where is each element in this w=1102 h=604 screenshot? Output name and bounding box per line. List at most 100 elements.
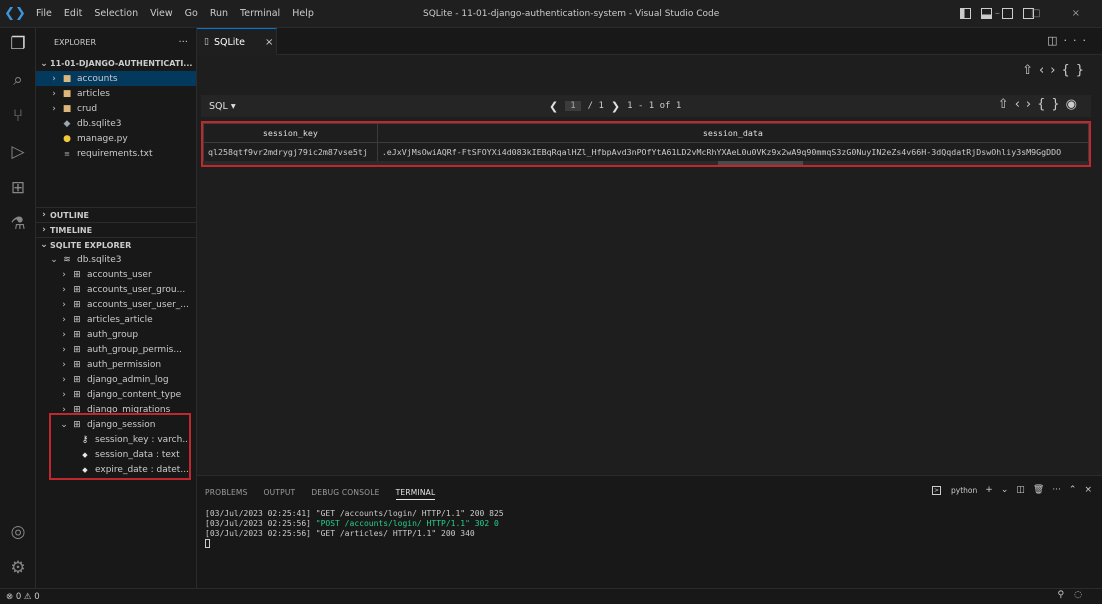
explorer-header: EXPLORER ··· [36,28,196,56]
column-header[interactable]: session_key [203,123,378,143]
feedback-icon[interactable]: ⚲ [1058,590,1075,600]
table-icon: ⊞ [73,284,81,295]
menu-go[interactable]: Go [179,0,204,28]
table-item[interactable]: › ⊞ auth_group_permis... [36,342,196,357]
more-actions-icon[interactable]: ··· [1064,34,1093,47]
tab-debug-console[interactable]: DEBUG CONSOLE [311,488,379,500]
tree-item-accounts[interactable]: › ■ accounts [36,71,196,86]
table-item[interactable]: › ⊞ articles_article [36,312,196,327]
menu-file[interactable]: File [30,0,58,28]
search-icon[interactable]: ⌕ [6,68,30,92]
menu-selection[interactable]: Selection [88,0,144,28]
export-html-icon[interactable]: {} [1037,97,1066,112]
tree-item-db-sqlite3[interactable]: ◆ db.sqlite3 [36,116,196,131]
table-cell[interactable]: .eJxVjMsOwiAQRf-FtSFOYXi4d083kIEBqRqalHZ… [376,142,1089,162]
tab-sqlite[interactable]: ▯ SQLite × [197,28,277,55]
bell-icon[interactable]: ◌ [1074,590,1092,600]
account-icon[interactable]: ◎ [6,520,30,544]
horizontal-scrollbar[interactable] [203,161,1089,165]
menu-view[interactable]: View [144,0,179,28]
folder-icon: ■ [62,73,72,84]
table-item[interactable]: › ⊞ auth_permission [36,357,196,372]
terminal-cursor [205,539,210,548]
export-icon[interactable]: ⇧ [998,97,1015,112]
column-item[interactable]: ◆ session_data : text [36,447,196,462]
tree-item-requirements[interactable]: ≡ requirements.txt [36,146,196,161]
page-input[interactable]: 1 [565,101,581,111]
table-item[interactable]: › ⊞ auth_group [36,327,196,342]
menu-run[interactable]: Run [204,0,234,28]
explorer-icon[interactable]: ❐ [6,32,30,56]
menu-help[interactable]: Help [286,0,320,28]
testing-icon[interactable]: ⚗ [6,212,30,236]
chevron-down-icon: ⌄ [60,419,68,430]
sql-bar: SQL ▾ ❮ 1 / 1 ❯ 1 - 1 of 1 ⇧‹›{}◉ [201,95,1091,117]
tree-item-articles[interactable]: › ■ articles [36,86,196,101]
window-title: SQLite - 11-01-django-authentication-sys… [423,9,720,19]
chevron-down-icon: ⌄ [40,58,48,69]
more-actions-icon[interactable]: ··· [1052,485,1061,495]
outline-section[interactable]: › OUTLINE [36,207,196,222]
table-item[interactable]: › ⊞ accounts_user_user_... [36,297,196,312]
next-page-icon[interactable]: ❯ [611,100,620,113]
chevron-down-icon[interactable]: ⌄ [1001,485,1009,495]
editor-actions: ◫··· [1047,34,1092,47]
shell-label[interactable]: python [951,486,977,495]
timeline-section[interactable]: › TIMELINE [36,222,196,237]
split-terminal-icon[interactable]: ◫ [1016,485,1025,495]
sqlite-db-item[interactable]: ⌄ ≋ db.sqlite3 [36,252,196,267]
chevron-right-icon: › [62,314,66,325]
column-header[interactable]: session_data [376,123,1089,143]
trash-icon[interactable]: 🗑 [1033,485,1044,495]
tree-item-crud[interactable]: › ■ crud [36,101,196,116]
extensions-icon[interactable]: ⊞ [6,176,30,200]
scrollbar-thumb[interactable] [718,161,803,165]
export-json-icon[interactable]: ‹› [1039,63,1061,78]
toggle-panel-icon[interactable] [981,8,992,19]
prev-page-icon[interactable]: ❮ [549,100,558,113]
tab-terminal[interactable]: TERMINAL [395,488,436,500]
problems-status[interactable]: ⊗ 0 ⚠ 0 [6,592,40,602]
table-label: django_migrations [87,404,171,415]
split-editor-icon[interactable]: ◫ [1047,34,1063,47]
tab-problems[interactable]: PROBLEMS [205,488,248,500]
toggle-primary-sidebar-icon[interactable] [960,8,971,19]
export-json-icon[interactable]: ‹› [1015,97,1037,112]
export-icon[interactable]: ⇧ [1022,63,1039,78]
close-panel-icon[interactable]: × [1084,485,1092,495]
table-item[interactable]: › ⊞ django_admin_log [36,372,196,387]
menu-terminal[interactable]: Terminal [234,0,286,28]
column-item[interactable]: ◆ expire_date : datet... [36,462,196,477]
settings-gear-icon[interactable]: ⚙ [6,556,30,580]
table-item[interactable]: › ⊞ accounts_user [36,267,196,282]
export-html-icon[interactable]: {} [1061,63,1090,78]
table-item-django-session[interactable]: ⌄ ⊞ django_session [36,417,196,432]
table-cell[interactable]: ql258qtf9vr2mdrygj79ic2m87vse5tj [203,142,378,162]
sqlite-explorer-section[interactable]: ⌄ SQLITE EXPLORER [36,237,196,252]
run-debug-icon[interactable]: ▷ [6,140,30,164]
source-control-icon[interactable]: ⑂ [6,104,30,128]
window-controls[interactable]: – □ × [995,0,1094,28]
terminal-output[interactable]: [03/Jul/2023 02:25:41] "GET /accounts/lo… [205,509,504,549]
table-item[interactable]: › ⊞ accounts_user_grou... [36,282,196,297]
table-icon: ⊞ [73,314,81,325]
column-item[interactable]: ⚷ session_key : varch... [36,432,196,447]
table-item[interactable]: › ⊞ django_content_type [36,387,196,402]
result-table: session_key session_data ql258qtf9vr2mdr… [203,123,1089,162]
eye-icon[interactable]: ◉ [1066,97,1083,112]
tab-output[interactable]: OUTPUT [264,488,296,500]
python-file-icon: ● [63,133,71,144]
menu-edit[interactable]: Edit [58,0,88,28]
project-root[interactable]: ⌄ 11-01-DJANGO-AUTHENTICATI... [36,56,196,71]
chevron-right-icon: › [42,225,46,235]
close-icon[interactable]: × [265,37,273,48]
sql-dropdown[interactable]: SQL ▾ [201,101,236,112]
maximize-panel-icon[interactable]: ⌃ [1069,485,1077,495]
chevron-right-icon: › [62,299,66,310]
status-bar: ⊗ 0 ⚠ 0 ⚲◌ [0,588,1102,604]
more-actions-icon[interactable]: ··· [178,37,196,48]
table-item[interactable]: › ⊞ django_migrations [36,402,196,417]
new-terminal-icon[interactable]: + [985,485,993,495]
chevron-right-icon: › [62,344,66,355]
tree-item-manage-py[interactable]: ● manage.py [36,131,196,146]
